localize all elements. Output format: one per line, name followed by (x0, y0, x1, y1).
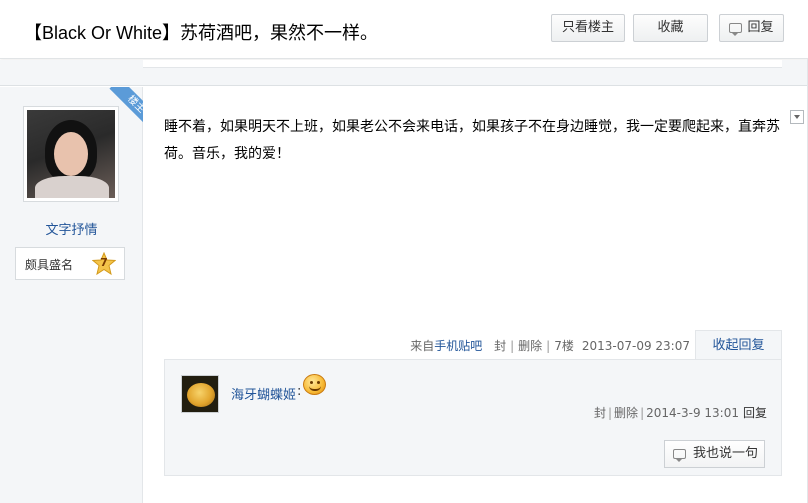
post-content: 睡不着，如果明天不上班，如果老公不会来电话，如果孩子不在身边睡觉，我一定要爬起来… (164, 119, 780, 162)
sub-reply-reply-link[interactable]: 回复 (743, 406, 767, 420)
block-link[interactable]: 封 (494, 339, 506, 353)
sub-reply-block-link[interactable]: 封 (594, 406, 606, 420)
reply-button-label: 回复 (747, 20, 774, 35)
sub-reply-delete-link[interactable]: 删除 (614, 406, 638, 420)
previous-post-bottom (0, 60, 808, 86)
sub-reply-avatar[interactable] (181, 375, 219, 413)
sub-reply-tail: 封 | 删除 | 2014-3-9 13:01 回复 (593, 406, 767, 420)
say-something-label: 我也说一句 (693, 446, 759, 461)
author-avatar[interactable] (23, 106, 119, 202)
thread-title: 【Black Or White】苏荷酒吧，果然不一样。 (24, 23, 379, 43)
comment-icon (673, 449, 686, 462)
comment-icon (729, 23, 742, 36)
source-prefix: 来自 (410, 339, 435, 353)
rank-level: 7 (100, 256, 108, 269)
rank-title: 颇具盛名 (25, 258, 74, 272)
previous-post-edge (143, 60, 782, 68)
post-time: 2013-07-09 23:07 (581, 339, 690, 353)
collapse-reply-button[interactable]: 收起回复 (695, 330, 782, 360)
say-something-button[interactable]: 我也说一句 (664, 440, 765, 468)
smiley-emoji-icon (303, 374, 326, 395)
reply-button[interactable]: 回复 (719, 14, 784, 42)
sub-reply-username[interactable]: 海牙蝴蝶姬 (231, 384, 296, 403)
post-menu-dropdown-icon[interactable] (790, 110, 804, 124)
source-link[interactable]: 手机贴吧 (434, 339, 482, 353)
author-name-link[interactable]: 文字抒情 (0, 219, 143, 238)
sub-reply-time: 2014-3-9 13:01 (646, 406, 739, 420)
sub-reply-colon: : (297, 384, 302, 399)
avatar-image (27, 110, 115, 198)
favorite-button[interactable]: 收藏 (633, 14, 708, 42)
thread-header: 【Black Or White】苏荷酒吧，果然不一样。 只看楼主 收藏 回复 (0, 0, 808, 59)
delete-link[interactable]: 删除 (518, 339, 542, 353)
author-rank[interactable]: 颇具盛名 7 (15, 247, 125, 280)
post-tail-info: 来自手机贴吧 封 | 删除 | 7楼 2013-07-09 23:07 (410, 339, 690, 353)
floor-number: 7楼 (554, 339, 574, 353)
only-author-button[interactable]: 只看楼主 (551, 14, 625, 42)
